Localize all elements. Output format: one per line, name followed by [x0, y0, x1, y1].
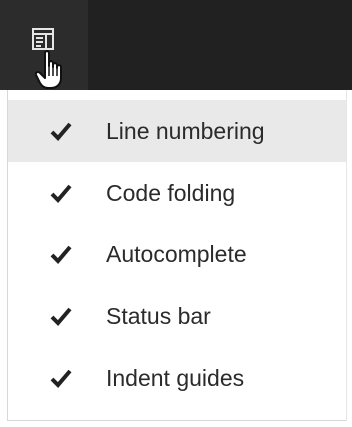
checkmark-icon [50, 245, 72, 264]
checkmark-icon [50, 184, 72, 203]
menu-item-code-folding[interactable]: Code folding [8, 162, 346, 224]
checkmark-icon [50, 122, 72, 141]
menu-item-line-numbering[interactable]: Line numbering [8, 100, 346, 162]
menu-item-indent-guides[interactable]: Indent guides [8, 347, 346, 409]
checkmark-icon [50, 369, 72, 388]
menu-item-label: Status bar [106, 303, 211, 329]
hand-pointer-icon [35, 50, 62, 89]
editor-view-menu-page: Line numbering Code folding Autocomplete… [0, 0, 352, 427]
menu-item-label: Indent guides [106, 365, 245, 391]
menu-item-label: Autocomplete [106, 241, 247, 267]
checkmark-icon [50, 307, 72, 326]
view-options-menu: Line numbering Code folding Autocomplete… [7, 90, 347, 421]
menu-item-label: Code folding [106, 180, 236, 206]
panel-layout-icon [32, 28, 54, 50]
menu-item-label: Line numbering [106, 118, 265, 144]
menu-item-status-bar[interactable]: Status bar [8, 285, 346, 347]
menu-item-autocomplete[interactable]: Autocomplete [8, 223, 346, 285]
